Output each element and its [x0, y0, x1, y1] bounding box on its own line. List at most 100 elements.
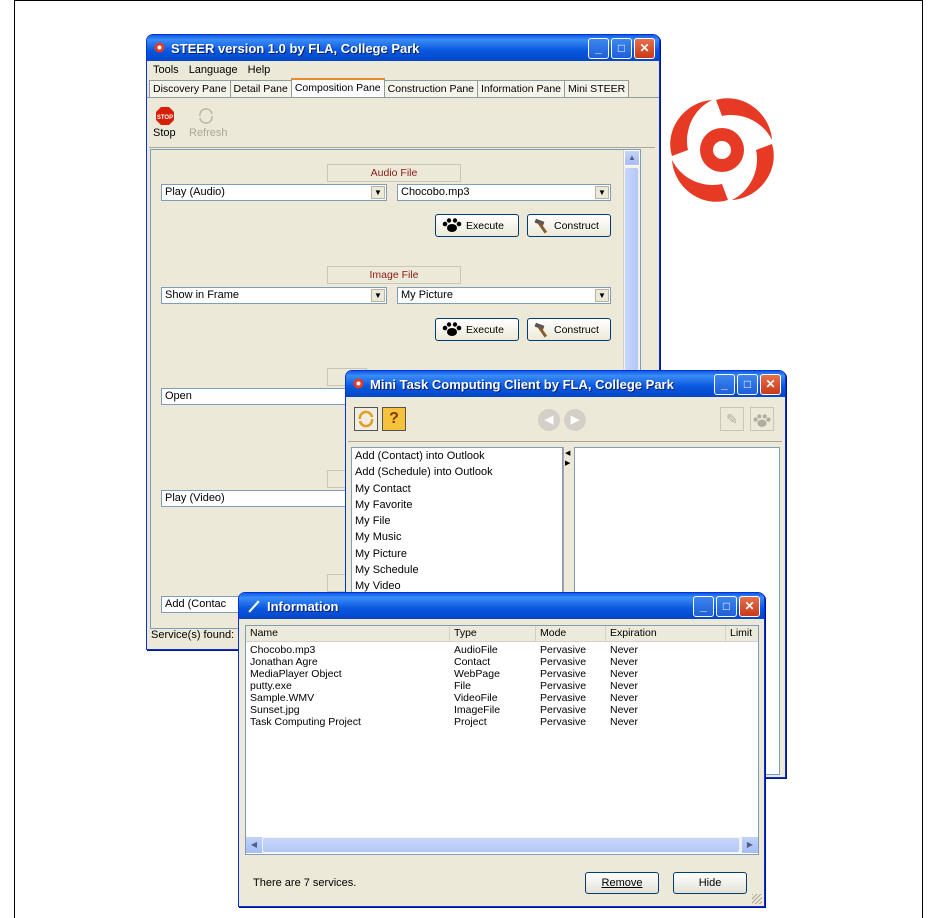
- tab-information[interactable]: Information Pane: [477, 80, 565, 97]
- hide-button[interactable]: Hide: [673, 872, 747, 894]
- chevron-down-icon: ▼: [371, 186, 385, 199]
- cell-mode: Pervasive: [540, 644, 587, 656]
- minimize-button[interactable]: _: [693, 596, 714, 617]
- tab-detail[interactable]: Detail Pane: [229, 80, 292, 97]
- table-row[interactable]: Sunset.jpg ImageFile Pervasive Never: [246, 704, 758, 716]
- cell-mode: Pervasive: [540, 656, 587, 668]
- column-header-limit[interactable]: Limit: [726, 626, 758, 642]
- list-item[interactable]: My Favorite: [352, 497, 562, 513]
- cell-expiration: Never: [610, 656, 639, 668]
- tab-discovery[interactable]: Discovery Pane: [149, 80, 231, 97]
- steer-status: Service(s) found:: [151, 629, 235, 641]
- stop-icon: STOP: [156, 107, 174, 125]
- cell-type: Project: [454, 716, 487, 728]
- action-select-image[interactable]: Show in Frame ▼: [161, 287, 387, 304]
- menu-language[interactable]: Language: [189, 64, 238, 76]
- construct-label: Construct: [554, 220, 599, 232]
- minimize-button[interactable]: _: [714, 374, 735, 395]
- list-item[interactable]: My File: [352, 513, 562, 529]
- stop-button[interactable]: STOP Stop: [151, 107, 181, 143]
- info-status: There are 7 services.: [253, 877, 357, 889]
- resize-grip[interactable]: [752, 894, 762, 904]
- list-item[interactable]: Add (Schedule) into Outlook: [352, 464, 562, 480]
- chevron-down-icon: ▼: [595, 289, 609, 302]
- table-row[interactable]: putty.exe File Pervasive Never: [246, 680, 758, 692]
- construct-button[interactable]: Construct: [527, 318, 611, 341]
- table-row[interactable]: Task Computing Project Project Pervasive…: [246, 716, 758, 728]
- mini-toolbar: ? ◀ ▶ ✎: [348, 401, 782, 442]
- window-title: Information: [267, 599, 339, 614]
- execute-button[interactable]: Execute: [435, 318, 519, 341]
- menu-bar: Tools Language Help: [147, 61, 659, 79]
- cell-name: Sunset.jpg: [250, 704, 300, 716]
- maximize-button[interactable]: □: [716, 596, 737, 617]
- paw-icon: [753, 414, 771, 427]
- execute-button[interactable]: Execute: [435, 214, 519, 237]
- tab-construction[interactable]: Construction Pane: [383, 80, 479, 97]
- hammer-icon: [534, 218, 548, 234]
- action-value: Show in Frame: [165, 289, 239, 301]
- cell-name: Chocobo.mp3: [250, 644, 316, 656]
- info-titlebar[interactable]: Information _ □ ✕: [239, 593, 764, 619]
- remove-button[interactable]: Remove: [585, 872, 659, 894]
- maximize-button[interactable]: □: [737, 374, 758, 395]
- action-select-audio[interactable]: Play (Audio) ▼: [161, 184, 387, 201]
- table-row[interactable]: MediaPlayer Object WebPage Pervasive Nev…: [246, 668, 758, 680]
- collapse-right-icon[interactable]: ▶: [565, 459, 570, 467]
- list-item[interactable]: Add (Contact) into Outlook: [352, 448, 562, 464]
- close-button[interactable]: ✕: [739, 596, 760, 617]
- execute-button[interactable]: [750, 407, 774, 431]
- menu-tools[interactable]: Tools: [153, 64, 179, 76]
- refresh-icon: [358, 410, 374, 428]
- cell-expiration: Never: [610, 704, 639, 716]
- arrow-left-icon: ◀: [544, 414, 554, 426]
- help-button[interactable]: ?: [382, 407, 406, 431]
- mini-titlebar[interactable]: Mini Task Computing Client by FLA, Colle…: [346, 371, 785, 397]
- scroll-left-icon[interactable]: ◀: [246, 837, 262, 853]
- collapse-left-icon[interactable]: ◀: [565, 449, 570, 457]
- scroll-up-icon[interactable]: ▲: [624, 150, 640, 166]
- scroll-thumb[interactable]: [263, 838, 739, 852]
- steer-titlebar[interactable]: STEER version 1.0 by FLA, College Park _…: [147, 35, 659, 61]
- list-item[interactable]: My Picture: [352, 546, 562, 562]
- column-header-mode[interactable]: Mode: [536, 626, 606, 642]
- close-button[interactable]: ✕: [634, 38, 655, 59]
- edit-button[interactable]: ✎: [720, 407, 744, 431]
- list-item[interactable]: My Music: [352, 529, 562, 545]
- target-value: My Picture: [401, 289, 453, 301]
- back-button[interactable]: ◀: [538, 409, 560, 431]
- horizontal-scrollbar[interactable]: ◀ ▶: [246, 837, 758, 853]
- cell-expiration: Never: [610, 716, 639, 728]
- help-icon: ?: [389, 410, 399, 427]
- refresh-label: Refresh: [189, 127, 228, 139]
- list-item[interactable]: My Contact: [352, 481, 562, 497]
- stop-label: Stop: [153, 127, 176, 139]
- maximize-button[interactable]: □: [611, 38, 632, 59]
- column-header-name[interactable]: Name: [246, 626, 450, 642]
- minimize-button[interactable]: _: [588, 38, 609, 59]
- close-button[interactable]: ✕: [760, 374, 781, 395]
- construct-button[interactable]: Construct: [527, 214, 611, 237]
- forward-button[interactable]: ▶: [564, 409, 586, 431]
- column-header-expiration[interactable]: Expiration: [606, 626, 726, 642]
- scroll-right-icon[interactable]: ▶: [742, 837, 758, 853]
- refresh-button[interactable]: [354, 407, 378, 431]
- cell-type: ImageFile: [454, 704, 501, 716]
- action-value: Play (Audio): [165, 186, 225, 198]
- table-row[interactable]: Chocobo.mp3 AudioFile Pervasive Never: [246, 644, 758, 656]
- target-select-audio[interactable]: Chocobo.mp3 ▼: [397, 184, 611, 201]
- tab-composition[interactable]: Composition Pane: [290, 78, 385, 97]
- menu-help[interactable]: Help: [248, 64, 271, 76]
- list-item[interactable]: My Schedule: [352, 562, 562, 578]
- cell-name: Task Computing Project: [250, 716, 361, 728]
- column-header-type[interactable]: Type: [450, 626, 536, 642]
- table-row[interactable]: Sample.WMV VideoFile Pervasive Never: [246, 692, 758, 704]
- cell-type: WebPage: [454, 668, 500, 680]
- target-select-image[interactable]: My Picture ▼: [397, 287, 611, 304]
- table-row[interactable]: Jonathan Agre Contact Pervasive Never: [246, 656, 758, 668]
- tab-mini-steer[interactable]: Mini STEER: [564, 80, 630, 97]
- cell-type: AudioFile: [454, 644, 498, 656]
- refresh-button[interactable]: Refresh: [187, 107, 231, 143]
- cell-mode: Pervasive: [540, 692, 587, 704]
- cell-mode: Pervasive: [540, 716, 587, 728]
